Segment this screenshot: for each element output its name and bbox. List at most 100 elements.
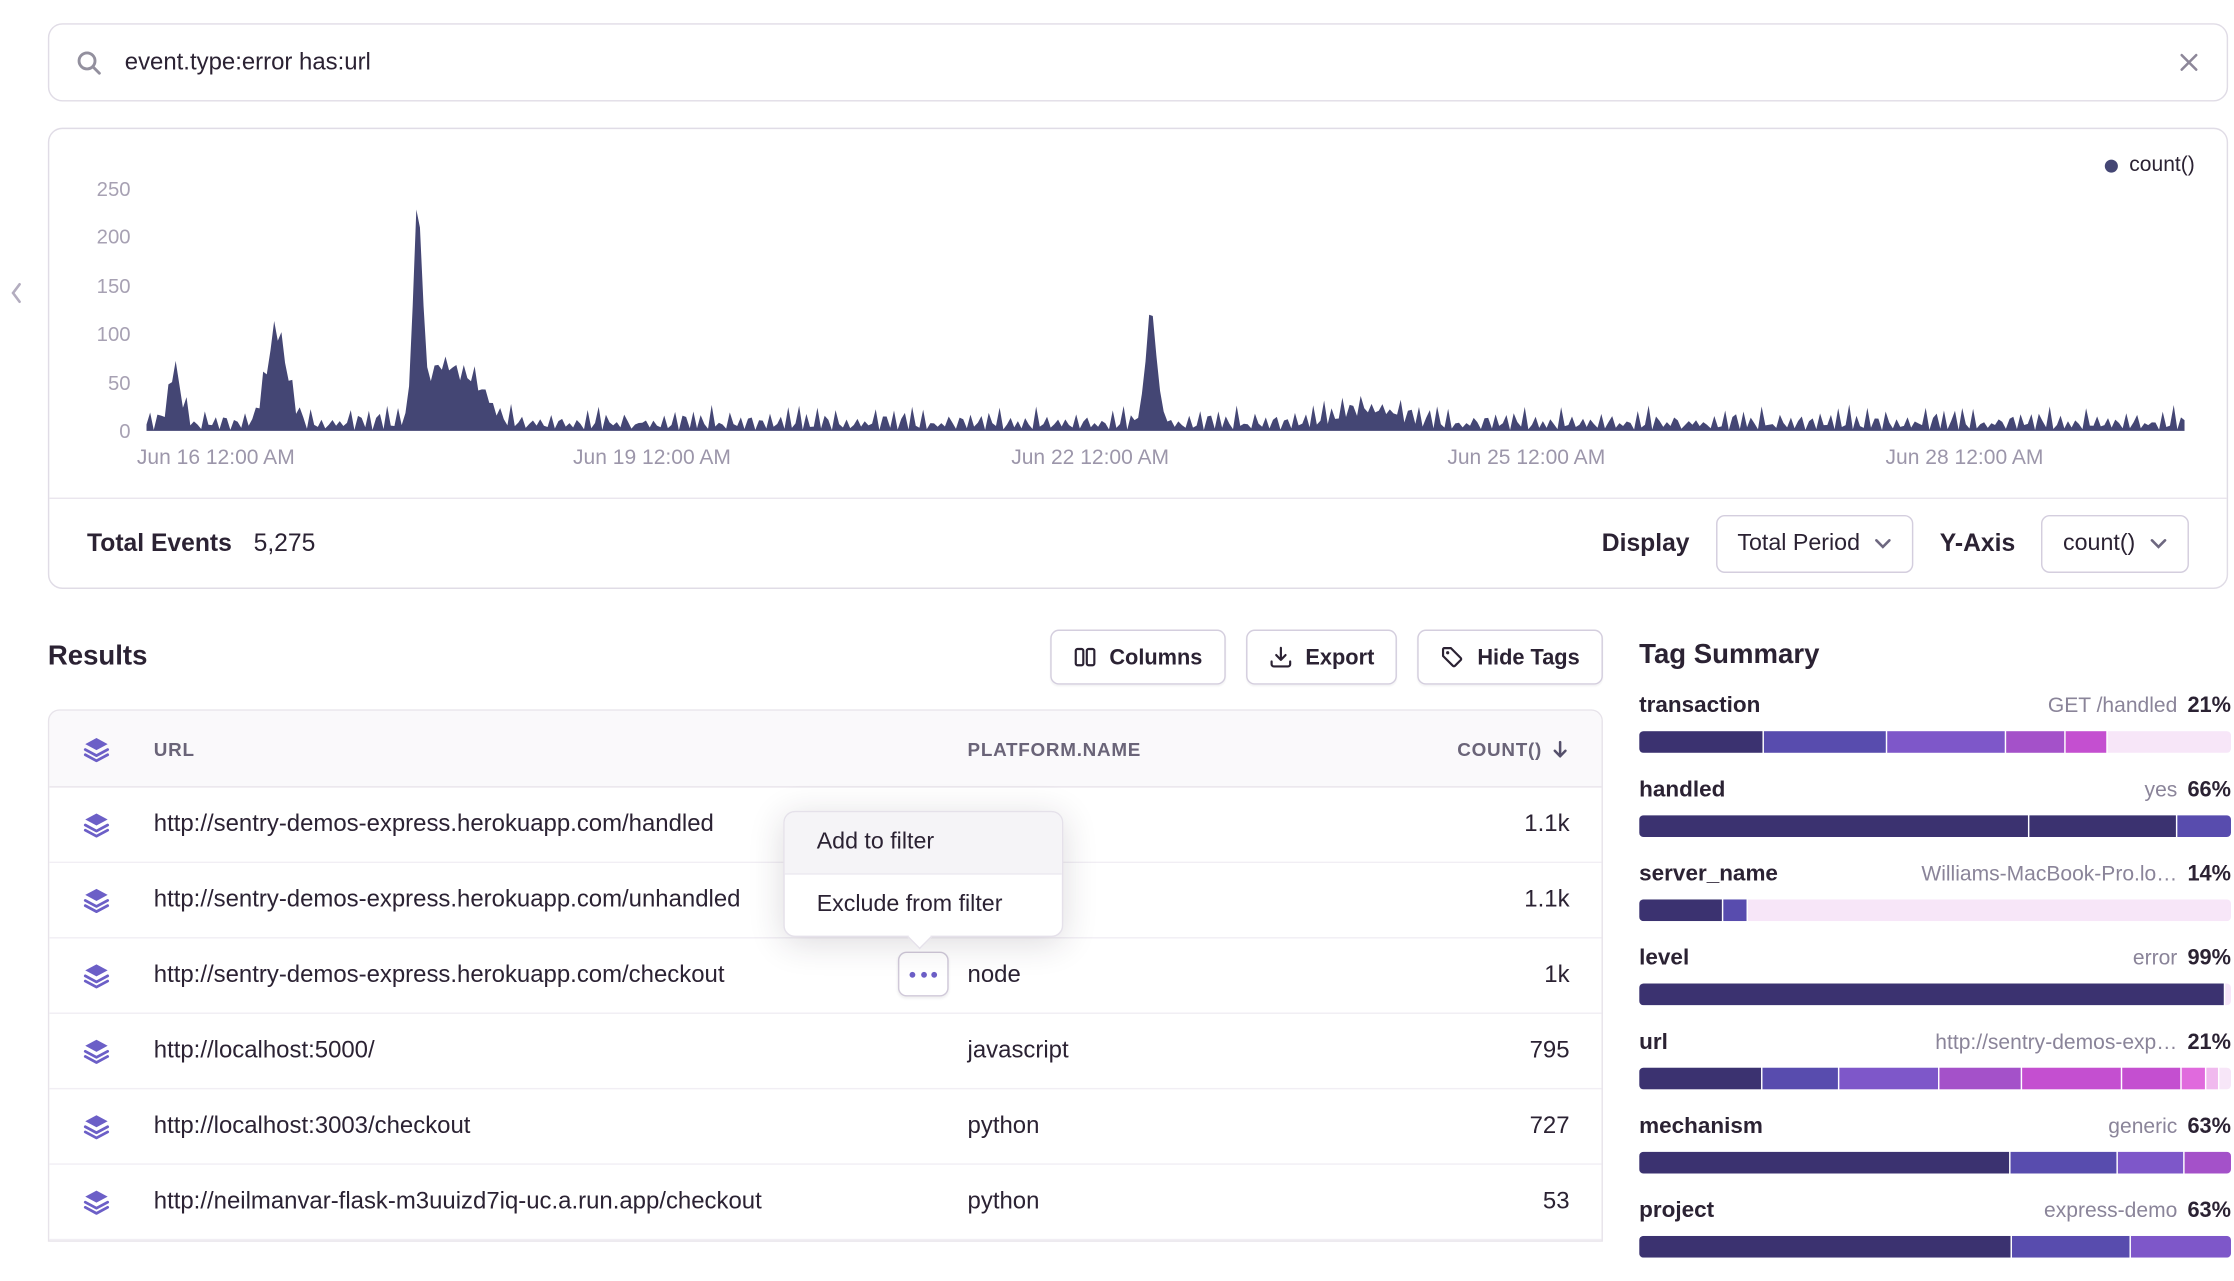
- clear-search-button[interactable]: [2177, 51, 2200, 74]
- url-cell[interactable]: http://localhost:5000/: [142, 1037, 967, 1065]
- menu-item-add-to-filter[interactable]: Add to filter: [785, 812, 1062, 874]
- tag-summary-item: server_nameWilliams-MacBook-Pro.lo…14%: [1639, 860, 2231, 921]
- tag-bar-segment[interactable]: [2225, 984, 2231, 1006]
- menu-item-exclude-from-filter[interactable]: Exclude from filter: [785, 875, 1062, 936]
- column-header-count[interactable]: COUNT(): [1432, 738, 1602, 760]
- tag-distribution-bar[interactable]: [1639, 1152, 2231, 1174]
- tag-bar-segment[interactable]: [2066, 731, 2107, 753]
- export-button-label: Export: [1305, 645, 1374, 670]
- tag-bar-segment[interactable]: [2178, 815, 2231, 837]
- tag-percent: 66%: [2187, 776, 2231, 805]
- url-cell[interactable]: http://neilmanvar-flask-m3uuizd7iq-uc.a.…: [142, 1188, 967, 1216]
- tag-bar-segment[interactable]: [1639, 1068, 1761, 1090]
- display-dropdown-value: Total Period: [1737, 530, 1860, 556]
- display-dropdown[interactable]: Total Period: [1716, 514, 1914, 572]
- tag-bar-segment[interactable]: [1839, 1068, 1938, 1090]
- count-cell: 795: [1432, 1037, 1602, 1065]
- row-actions-button[interactable]: [898, 952, 949, 997]
- tag-bar-segment[interactable]: [2029, 815, 2176, 837]
- tag-bar-segment[interactable]: [2118, 1152, 2183, 1174]
- tag-bar-segment[interactable]: [1763, 731, 1886, 753]
- tag-distribution-bar[interactable]: [1639, 984, 2231, 1006]
- events-area-chart[interactable]: [147, 189, 2185, 433]
- column-header-url[interactable]: URL: [142, 738, 967, 760]
- tag-summary-item: urlhttp://sentry-demos-exp…21%: [1639, 1028, 2231, 1089]
- tag-bar-segment[interactable]: [1888, 731, 2005, 753]
- tag-bar-segment[interactable]: [2122, 1068, 2180, 1090]
- search-bar[interactable]: [48, 23, 2228, 101]
- table-row[interactable]: http://localhost:5000/javascript795: [49, 1014, 1601, 1089]
- chevron-down-icon: [2150, 537, 2167, 549]
- chart-legend[interactable]: count(): [2105, 154, 2195, 177]
- hide-tags-button[interactable]: Hide Tags: [1418, 630, 1603, 685]
- drawer-collapse-handle[interactable]: [7, 280, 24, 313]
- columns-button-label: Columns: [1109, 645, 1202, 670]
- tag-bar-segment[interactable]: [2006, 731, 2064, 753]
- tag-bar-segment[interactable]: [1639, 731, 1762, 753]
- stack-icon[interactable]: [49, 811, 142, 839]
- tag-bar-segment[interactable]: [2182, 1068, 2205, 1090]
- tag-bar-segment[interactable]: [2131, 1236, 2231, 1258]
- columns-button[interactable]: Columns: [1050, 630, 1226, 685]
- search-icon: [75, 49, 103, 77]
- tag-percent: 99%: [2187, 944, 2231, 973]
- tag-bar-segment[interactable]: [2011, 1152, 2117, 1174]
- tag-bar-segment[interactable]: [1639, 815, 2028, 837]
- tag-bar-segment[interactable]: [2206, 1068, 2218, 1090]
- platform-cell[interactable]: python: [968, 1188, 1432, 1216]
- tag-distribution-bar[interactable]: [1639, 815, 2231, 837]
- tag-summary-list: transactionGET /handled21%handledyes66%s…: [1639, 692, 2231, 1258]
- stack-icon[interactable]: [49, 1037, 142, 1065]
- tag-name: level: [1639, 944, 1689, 973]
- platform-cell[interactable]: node: [968, 962, 1432, 990]
- column-header-platform[interactable]: PLATFORM.NAME: [968, 738, 1432, 760]
- tag-bar-segment[interactable]: [1639, 984, 2224, 1006]
- platform-cell[interactable]: python: [968, 1113, 1432, 1141]
- tag-bar-segment[interactable]: [1639, 899, 1721, 921]
- legend-series-label: count(): [2129, 154, 2194, 177]
- tag-bar-segment[interactable]: [1639, 1236, 2010, 1258]
- y-axis-labels: 050100150200250: [49, 129, 130, 448]
- yaxis-label: Y-Axis: [1940, 529, 2015, 558]
- tag-top-value: express-demo: [2044, 1197, 2177, 1226]
- tag-top-value: GET /handled: [2048, 692, 2177, 721]
- tag-percent: 63%: [2187, 1113, 2231, 1142]
- tag-distribution-bar[interactable]: [1639, 899, 2231, 921]
- tag-bar-segment[interactable]: [1762, 1068, 1837, 1090]
- tag-top-value: error: [2133, 944, 2177, 973]
- tag-bar-segment[interactable]: [1723, 899, 1747, 921]
- close-icon: [2177, 51, 2200, 74]
- url-cell[interactable]: http://localhost:3003/checkout: [142, 1113, 967, 1141]
- tag-bar-segment[interactable]: [2012, 1236, 2130, 1258]
- tag-bar-segment[interactable]: [1939, 1068, 2020, 1090]
- stack-icon[interactable]: [49, 735, 142, 763]
- tag-bar-segment[interactable]: [2184, 1152, 2231, 1174]
- export-button[interactable]: Export: [1246, 630, 1398, 685]
- results-toolbar: Columns Export Hide Tags: [48, 630, 1603, 685]
- table-row[interactable]: http://sentry-demos-express.herokuapp.co…: [49, 939, 1601, 1014]
- stack-icon[interactable]: [49, 1113, 142, 1141]
- tag-distribution-bar[interactable]: [1639, 1068, 2231, 1090]
- search-input[interactable]: [122, 47, 2159, 77]
- cell-context-menu: Add to filter Exclude from filter: [783, 811, 1063, 937]
- tag-bar-segment[interactable]: [2022, 1068, 2121, 1090]
- stack-icon[interactable]: [49, 962, 142, 990]
- stack-icon[interactable]: [49, 886, 142, 914]
- table-row[interactable]: http://neilmanvar-flask-m3uuizd7iq-uc.a.…: [49, 1165, 1601, 1240]
- platform-cell[interactable]: javascript: [968, 1037, 1432, 1065]
- total-events-value: 5,275: [254, 529, 316, 558]
- tag-name: mechanism: [1639, 1113, 1763, 1142]
- tag-distribution-bar[interactable]: [1639, 1236, 2231, 1258]
- count-cell: 1k: [1432, 962, 1602, 990]
- tag-bar-segment[interactable]: [1639, 1152, 2009, 1174]
- url-cell[interactable]: http://sentry-demos-express.herokuapp.co…: [142, 962, 967, 990]
- tag-bar-segment[interactable]: [2108, 731, 2231, 753]
- tag-distribution-bar[interactable]: [1639, 731, 2231, 753]
- table-row[interactable]: http://localhost:3003/checkoutpython727: [49, 1089, 1601, 1164]
- stack-icon[interactable]: [49, 1188, 142, 1216]
- yaxis-dropdown[interactable]: count(): [2041, 514, 2189, 572]
- tag-bar-segment[interactable]: [1748, 899, 2231, 921]
- results-table: URL PLATFORM.NAME COUNT() http://sentry-…: [48, 709, 1603, 1241]
- tag-bar-segment[interactable]: [2219, 1068, 2231, 1090]
- tag-percent: 21%: [2187, 1028, 2231, 1057]
